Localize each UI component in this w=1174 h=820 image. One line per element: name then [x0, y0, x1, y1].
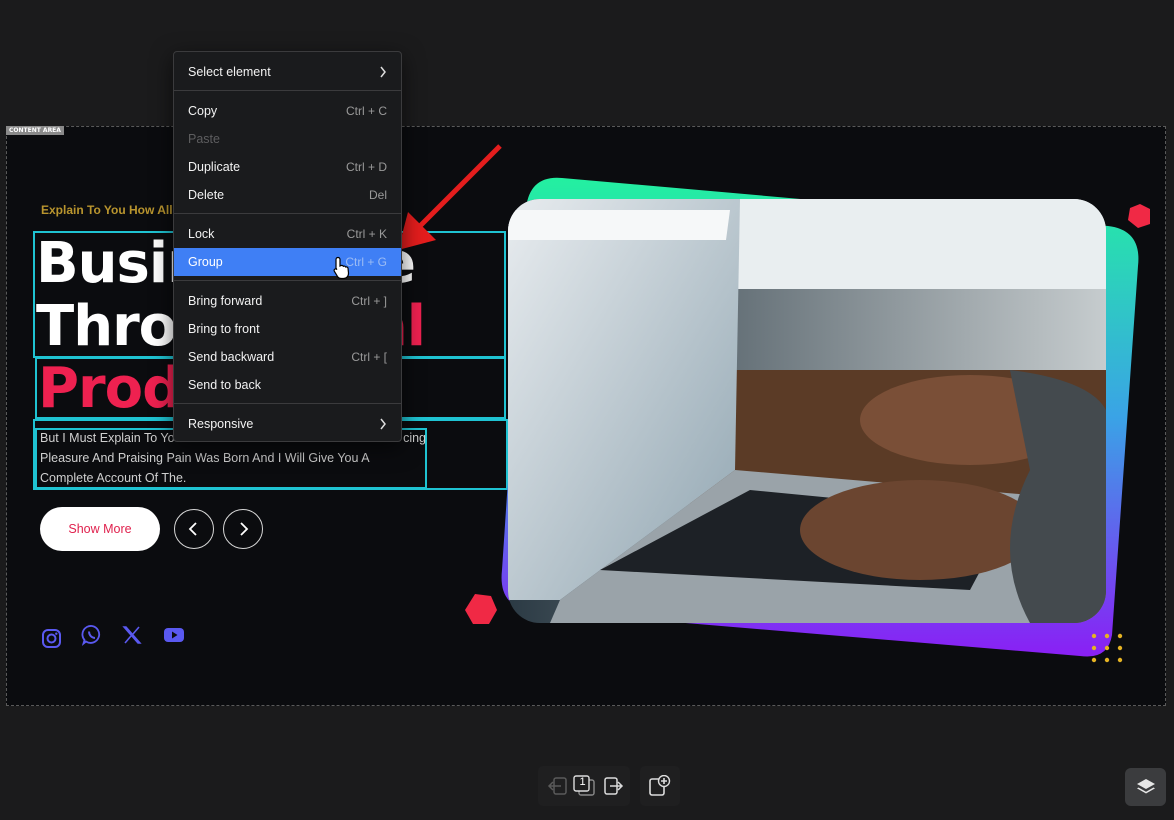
previous-slide-button[interactable] [174, 509, 214, 549]
menu-separator [174, 90, 401, 91]
chevron-right-icon [380, 66, 386, 78]
menu-separator [174, 280, 401, 281]
next-slide-button[interactable] [223, 509, 263, 549]
content-area-label: CONTENT AREA [6, 126, 64, 135]
hero-subtitle[interactable]: Explain To You How All [41, 203, 173, 217]
menu-item-lock[interactable]: Lock Ctrl + K [174, 220, 401, 248]
menu-item-group[interactable]: Group Ctrl + G [174, 248, 401, 276]
add-page-button[interactable] [640, 766, 680, 806]
menu-item-copy[interactable]: Copy Ctrl + C [174, 97, 401, 125]
menu-item-bring-forward[interactable]: Bring forward Ctrl + ] [174, 287, 401, 315]
menu-item-send-to-back[interactable]: Send to back [174, 371, 401, 399]
menu-separator [174, 403, 401, 404]
layers-button[interactable] [1125, 768, 1166, 806]
youtube-icon[interactable] [163, 624, 185, 646]
hero-image-composition[interactable] [490, 170, 1150, 670]
previous-page-icon[interactable] [547, 777, 567, 795]
chevron-left-icon [188, 522, 197, 536]
hand-cursor-icon [333, 256, 350, 280]
menu-item-paste[interactable]: Paste [174, 125, 401, 153]
red-arrow-annotation [398, 144, 502, 250]
x-icon[interactable] [121, 624, 143, 646]
menu-item-select-element[interactable]: Select element [174, 58, 401, 86]
context-menu: Select element Copy Ctrl + C Paste Duplic… [173, 51, 402, 442]
add-page-icon [649, 775, 671, 796]
show-more-button[interactable]: Show More [40, 507, 160, 551]
next-page-icon[interactable] [604, 777, 624, 795]
instagram-icon[interactable] [41, 628, 63, 650]
layers-icon [1136, 779, 1155, 794]
chevron-right-icon [240, 522, 249, 536]
menu-item-duplicate[interactable]: Duplicate Ctrl + D [174, 153, 401, 181]
red-hexagon-decor [1128, 204, 1150, 228]
laptop-photo [508, 199, 1106, 623]
menu-item-bring-to-front[interactable]: Bring to front [174, 315, 401, 343]
page-navigation-bar: 1 [538, 766, 630, 806]
current-page-number: 1 [579, 776, 586, 788]
whatsapp-icon[interactable] [81, 624, 103, 646]
menu-item-send-backward[interactable]: Send backward Ctrl + [ [174, 343, 401, 371]
menu-item-delete[interactable]: Delete Del [174, 181, 401, 209]
menu-item-responsive[interactable]: Responsive [174, 410, 401, 438]
chevron-right-icon [380, 418, 386, 430]
menu-separator [174, 213, 401, 214]
red-hexagon-small-decor [465, 594, 497, 624]
